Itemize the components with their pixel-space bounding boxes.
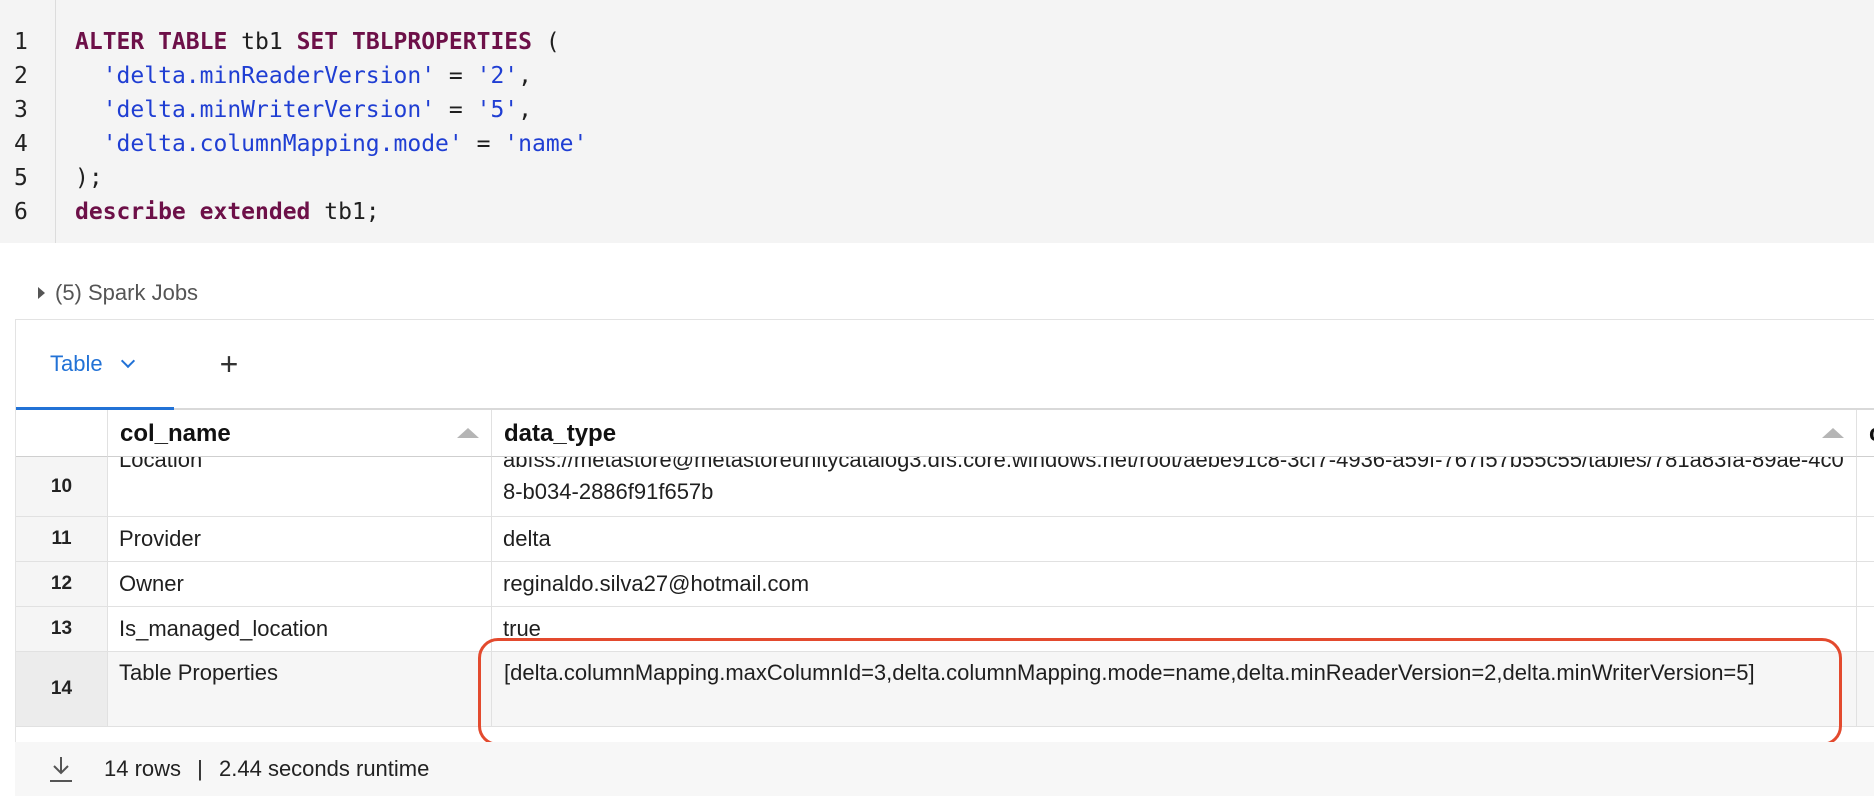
- column-header-label: co: [1869, 420, 1874, 447]
- result-footer: 14 rows | 2.44 seconds runtime: [15, 742, 1874, 796]
- code-keyword: describe extended: [75, 199, 311, 225]
- row-index: 12: [16, 562, 108, 606]
- cell-text: Table Properties: [119, 660, 278, 685]
- cell-comment[interactable]: [1857, 652, 1874, 726]
- line-number: 5: [14, 165, 28, 191]
- code-text: );: [75, 165, 103, 191]
- code-keyword: SET TBLPROPERTIES: [296, 29, 532, 55]
- code-text: =: [435, 97, 477, 123]
- row-index: 11: [16, 517, 108, 561]
- tab-table-label: Table: [50, 350, 103, 376]
- cell-text: Location: [119, 457, 203, 472]
- code-string: '5': [476, 97, 519, 123]
- cell-col-name[interactable]: Table Properties: [108, 652, 492, 726]
- code-string: 'delta.minWriterVersion': [102, 97, 436, 123]
- code-line[interactable]: describe extended tb1;: [75, 195, 380, 229]
- code-string: 'name': [504, 131, 588, 157]
- code-text: tb1;: [310, 199, 380, 225]
- cell-text: Is_managed_location: [119, 616, 329, 641]
- code-line[interactable]: 'delta.columnMapping.mode' = 'name': [75, 127, 588, 161]
- cell-col-name[interactable]: Owner: [108, 562, 492, 606]
- spark-jobs-toggle[interactable]: (5) Spark Jobs: [38, 278, 198, 308]
- cell-comment[interactable]: [1857, 517, 1874, 561]
- cell-text: Owner: [119, 571, 184, 596]
- cell-data-type[interactable]: true: [492, 607, 1857, 651]
- line-number: 1: [14, 29, 28, 55]
- download-icon[interactable]: [47, 754, 75, 784]
- line-number: 2: [14, 63, 28, 89]
- cell-col-name[interactable]: Location: [108, 457, 492, 516]
- cell-data-type[interactable]: abfss://metastore@metastoreunitycatalog3…: [492, 457, 1857, 516]
- cell-text: reginaldo.silva27@hotmail.com: [503, 571, 810, 596]
- code-editor[interactable]: 1 2 3 4 5 6 ALTER TABLE tb1 SET TBLPROPE…: [0, 0, 1874, 243]
- line-number: 3: [14, 97, 28, 123]
- result-panel: Table + col_name data_type co 10 Locatio…: [15, 319, 1874, 796]
- result-summary: 14 rows | 2.44 seconds runtime: [104, 742, 429, 796]
- cell-data-type[interactable]: [delta.columnMapping.maxColumnId=3,delta…: [492, 652, 1857, 726]
- cell-text: abfss://metastore@metastoreunitycatalog3…: [503, 457, 1844, 504]
- column-header-col-name[interactable]: col_name: [108, 410, 492, 457]
- table-row[interactable]: 11 Provider delta: [16, 517, 1874, 562]
- column-header-label: col_name: [120, 420, 231, 447]
- cell-comment[interactable]: [1857, 607, 1874, 651]
- row-index: 10: [16, 457, 108, 516]
- caret-right-icon: [38, 287, 45, 299]
- table-row[interactable]: 14 Table Properties [delta.columnMapping…: [16, 652, 1874, 727]
- code-text: ,: [518, 63, 532, 89]
- result-table: col_name data_type co 10 Location abfss:…: [16, 410, 1874, 727]
- cell-text: [delta.columnMapping.maxColumnId=3,delta…: [504, 660, 1755, 685]
- table-row[interactable]: 13 Is_managed_location true: [16, 607, 1874, 652]
- cell-data-type[interactable]: delta: [492, 517, 1857, 561]
- cell-col-name[interactable]: Provider: [108, 517, 492, 561]
- row-index: 13: [16, 607, 108, 651]
- spark-jobs-label: (5) Spark Jobs: [55, 280, 199, 305]
- code-text: (: [531, 29, 560, 55]
- cell-comment[interactable]: [1857, 562, 1874, 606]
- column-header-label: data_type: [504, 420, 617, 447]
- cell-text: Provider: [119, 526, 201, 551]
- runtime: 2.44 seconds runtime: [219, 756, 430, 781]
- code-text: =: [435, 63, 477, 89]
- code-line[interactable]: 'delta.minWriterVersion' = '5',: [75, 93, 532, 127]
- code-line[interactable]: ALTER TABLE tb1 SET TBLPROPERTIES (: [75, 25, 560, 59]
- row-index: 14: [16, 652, 108, 726]
- code-text: ,: [518, 97, 532, 123]
- table-row[interactable]: 10 Location abfss://metastore@metastoreu…: [16, 457, 1874, 517]
- result-tab-bar: Table +: [16, 320, 1874, 410]
- row-count: 14 rows: [104, 756, 182, 781]
- cell-data-type[interactable]: reginaldo.silva27@hotmail.com: [492, 562, 1857, 606]
- code-text: tb1: [227, 29, 297, 55]
- column-header-comment[interactable]: co: [1857, 410, 1874, 457]
- line-number: 6: [14, 199, 28, 225]
- add-visualization-button[interactable]: +: [209, 344, 249, 384]
- code-keyword: ALTER TABLE: [75, 29, 228, 55]
- chevron-down-icon[interactable]: [120, 353, 135, 368]
- line-number-gutter: 1 2 3 4 5 6: [0, 0, 56, 243]
- code-string: 'delta.columnMapping.mode': [102, 131, 463, 157]
- sort-ascending-icon[interactable]: [1822, 428, 1844, 438]
- separator: |: [197, 756, 203, 781]
- column-header-data-type[interactable]: data_type: [492, 410, 1857, 457]
- sort-ascending-icon[interactable]: [457, 428, 479, 438]
- code-string: 'delta.minReaderVersion': [102, 63, 436, 89]
- code-line[interactable]: 'delta.minReaderVersion' = '2',: [75, 59, 532, 93]
- cell-text: delta: [503, 526, 551, 551]
- tab-table[interactable]: Table: [16, 320, 174, 410]
- code-text: =: [462, 131, 505, 157]
- line-number: 4: [14, 131, 28, 157]
- cell-text: true: [503, 616, 541, 641]
- cell-comment[interactable]: [1857, 457, 1874, 516]
- table-row[interactable]: 12 Owner reginaldo.silva27@hotmail.com: [16, 562, 1874, 607]
- row-index-header: [16, 410, 108, 457]
- cell-col-name[interactable]: Is_managed_location: [108, 607, 492, 651]
- code-string: '2': [476, 63, 519, 89]
- code-line[interactable]: );: [75, 161, 103, 195]
